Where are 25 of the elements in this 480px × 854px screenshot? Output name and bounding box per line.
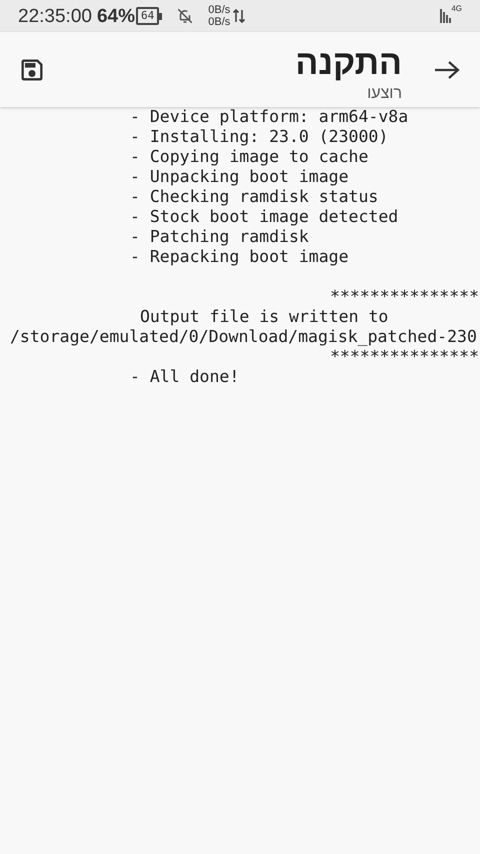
log-line: - All done!: [130, 367, 240, 386]
log-line: Output file is written to: [140, 307, 388, 326]
log-line: /storage/emulated/0/Download/magisk_patched-230: [10, 327, 477, 346]
download-speed: 0B/s: [208, 16, 230, 28]
bell-off-icon: [176, 7, 194, 25]
page-subtitle: רוצעו: [367, 84, 402, 104]
upload-speed: 0B/s: [208, 4, 230, 16]
log-line: ***************: [330, 287, 480, 306]
log-line: - Copying image to cache: [130, 147, 368, 166]
back-arrow-icon: [434, 60, 460, 80]
log-line: - Stock boot image detected: [130, 207, 398, 226]
battery-icon: 64: [136, 7, 162, 25]
log-line: - Patching ramdisk: [130, 227, 309, 246]
log-line: - Device platform: arm64-v8a: [130, 107, 408, 126]
log-line: - Repacking boot image: [130, 247, 349, 266]
signal-icon: [440, 9, 452, 23]
log-line: - Unpacking boot image: [130, 167, 349, 186]
page-title: התקנה: [295, 42, 402, 82]
status-time: 22:35:00: [18, 6, 92, 26]
log-line: ***************: [330, 347, 480, 366]
log-line: - Checking ramdisk status: [130, 187, 378, 206]
battery-percent: 64%: [96, 6, 135, 26]
network-type: 4G: [451, 5, 462, 13]
data-arrows-icon: [233, 8, 246, 24]
log-line: - Installing: 23.0 (23000): [130, 127, 388, 146]
